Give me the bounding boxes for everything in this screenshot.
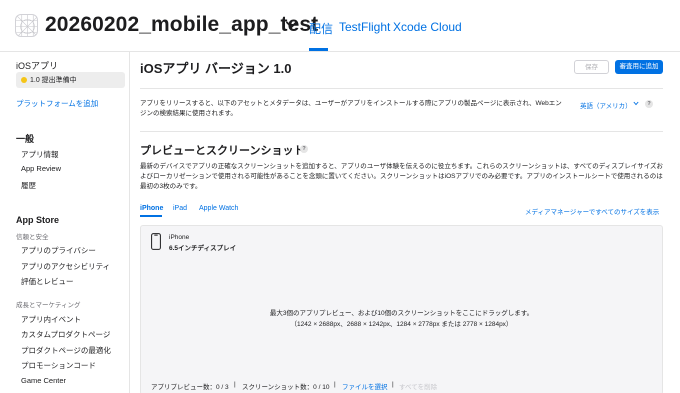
separator: | <box>334 381 336 388</box>
app-name: 20260202_mobile_app_test <box>45 13 319 36</box>
version-status-label: 1.0 提出準備中 <box>30 77 77 84</box>
tab-testflight[interactable]: TestFlight <box>339 20 390 34</box>
sidebar-sublabel-growth: 成長とマーケティング <box>16 302 81 309</box>
sidebar-item-version[interactable]: 1.0 提出準備中 <box>16 72 125 88</box>
sidebar-item-game-center[interactable]: Game Center <box>21 376 66 385</box>
tab-distribution[interactable]: 配信 <box>309 20 333 37</box>
preview-count: アプリプレビュー数：0 / 3 <box>151 384 229 391</box>
device-type-label: iPhone <box>169 234 190 241</box>
screenshot-count: スクリーンショット数：0 / 10 <box>242 384 330 391</box>
separator: | <box>392 381 394 388</box>
add-platform-link[interactable]: プラットフォームを追加 <box>16 98 98 109</box>
preview-section-description: 最新のデバイスでアプリの正確なスクリーンショットを追加すると、アプリのユーザ体験… <box>140 163 664 190</box>
drop-instructions: 最大3個のアプリプレビュー、および10個のスクリーンショットをここにドラッグしま… <box>269 310 534 317</box>
sidebar-heading-app-store: App Store <box>16 215 60 225</box>
sidebar-item-promo-codes[interactable]: プロモーションコード <box>21 360 96 371</box>
drop-size-requirements: （1242 × 2688px、2688 × 1242px、1284 × 2778… <box>290 321 513 328</box>
active-tab-indicator <box>309 48 328 51</box>
divider <box>140 88 663 89</box>
sidebar-item-privacy[interactable]: アプリのプライバシー <box>21 245 96 256</box>
app-icon <box>15 14 38 37</box>
chevron-down-icon[interactable] <box>633 101 639 106</box>
choose-file-link[interactable]: ファイルを選択 <box>342 381 388 391</box>
sidebar-item-history[interactable]: 履歴 <box>21 180 36 191</box>
status-dot-icon <box>21 77 27 83</box>
device-size-label: 6.5インチディスプレイ <box>169 245 237 252</box>
sidebar-ios-app-title: iOSアプリ <box>16 61 59 71</box>
sidebar-item-ratings-reviews[interactable]: 評価とレビュー <box>21 276 74 287</box>
add-for-review-button[interactable]: 審査用に追加 <box>615 60 663 74</box>
help-icon[interactable]: ? <box>300 145 308 153</box>
tab-apple-watch[interactable]: Apple Watch <box>199 205 238 212</box>
separator: | <box>234 381 236 388</box>
tab-xcode-cloud[interactable]: Xcode Cloud <box>393 20 462 34</box>
language-selector[interactable]: 英語（アメリカ） <box>580 100 632 110</box>
sidebar-item-accessibility[interactable]: アプリのアクセシビリティ <box>21 261 110 272</box>
sidebar-item-app-review[interactable]: App Review <box>21 164 61 173</box>
save-button[interactable]: 保存 <box>574 60 609 74</box>
delete-all-link[interactable]: すべてを削除 <box>399 381 437 391</box>
sidebar: iOSアプリ 1.0 提出準備中 プラットフォームを追加 一般 アプリ情報 Ap… <box>0 52 130 393</box>
release-description: アプリをリリースすると、以下のアセットとメタデータは、ユーザーがアプリをインスト… <box>140 100 562 117</box>
iphone-icon <box>151 233 161 250</box>
preview-section-title: プレビューとスクリーンショット <box>140 145 305 157</box>
active-device-tab-indicator <box>140 215 162 217</box>
tab-ipad[interactable]: iPad <box>173 205 187 212</box>
page-title: iOSアプリ バージョン 1.0 <box>140 61 292 76</box>
tab-iphone[interactable]: iPhone <box>140 205 163 212</box>
sidebar-item-app-info[interactable]: アプリ情報 <box>21 149 59 160</box>
media-manager-link[interactable]: メディアマネージャーですべてのサイズを表示 <box>525 206 659 216</box>
sidebar-sublabel-trust: 信頼と安全 <box>16 234 49 241</box>
help-icon[interactable]: ? <box>645 100 653 108</box>
divider <box>140 131 663 132</box>
top-header: 20260202_mobile_app_test 配信 TestFlight X… <box>0 0 680 52</box>
sidebar-heading-general: 一般 <box>16 134 35 144</box>
sidebar-item-in-app-events[interactable]: アプリ内イベント <box>21 314 81 325</box>
sidebar-item-custom-product-pages[interactable]: カスタムプロダクトページ <box>21 329 110 340</box>
chevron-down-icon[interactable] <box>286 21 297 29</box>
sidebar-item-product-page-optimization[interactable]: プロダクトページの最適化 <box>21 345 111 356</box>
